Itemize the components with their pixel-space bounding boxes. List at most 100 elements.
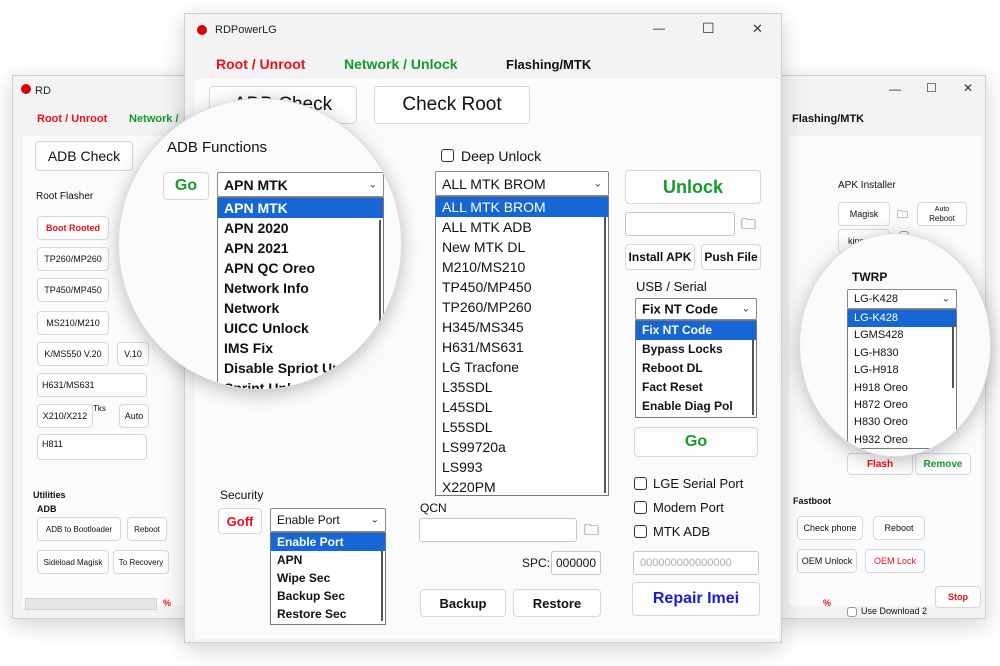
twrp-model-item[interactable]: LG-H918 — [848, 362, 956, 379]
adb-function-item[interactable]: APN 2021 — [218, 238, 383, 258]
kms550-button[interactable]: K/MS550 V.20 — [37, 342, 109, 366]
magisk-button[interactable]: Magisk — [838, 202, 890, 226]
oem-unlock-button[interactable]: OEM Unlock — [797, 549, 857, 573]
modem-port-checkbox[interactable] — [634, 501, 647, 514]
tab-network-unlock[interactable]: Network / Unlock — [344, 56, 458, 72]
repair-imei-button[interactable]: Repair Imei — [632, 582, 760, 616]
unlock-button[interactable]: Unlock — [625, 170, 761, 204]
ms210-button[interactable]: MS210/M210 — [37, 311, 109, 335]
qcn-path-input[interactable] — [419, 518, 577, 542]
twrp-model-item[interactable]: H872 Oreo — [848, 397, 956, 414]
mtk-model-item[interactable]: ALL MTK BROM — [436, 197, 608, 217]
folder-icon[interactable]: 🗀 — [897, 206, 908, 225]
adb-functions-list[interactable]: APN MTK APN 2020 APN 2021 APN QC Oreo Networ… — [217, 197, 384, 389]
adb-function-item[interactable]: Disable Spriot Update — [218, 358, 383, 378]
twrp-model-item[interactable]: H932 Oreo — [848, 432, 956, 448]
maximize-icon[interactable]: ☐ — [702, 20, 715, 37]
adb-function-item[interactable]: IMS Fix — [218, 338, 383, 358]
mtk-list[interactable]: ALL MTK BROM ALL MTK ADB New MTK DL M210/MS… — [435, 196, 609, 496]
h631-button[interactable]: H631/MS631 — [37, 373, 147, 397]
mtk-model-item[interactable]: LS99720a — [436, 437, 608, 457]
security-function-item[interactable]: Backup Sec — [271, 587, 385, 605]
twrp-select[interactable]: LG-K428 ⌄ — [847, 289, 957, 309]
security-scrollbar[interactable] — [381, 551, 383, 621]
twrp-list[interactable]: LG-K428 LGMS428 LG-H830 LG-H918 H918 Oreo H87… — [847, 309, 957, 449]
mtk-scrollbar[interactable] — [604, 217, 606, 493]
use-download-checkbox[interactable] — [847, 607, 857, 617]
to-recovery-button[interactable]: To Recovery — [113, 550, 169, 574]
mtk-model-item[interactable]: ALL MTK ADB — [436, 217, 608, 237]
mtk-model-item[interactable]: L35SDL — [436, 377, 608, 397]
tab-root-unroot[interactable]: Root / Unroot — [37, 113, 107, 125]
folder-icon[interactable]: 🗀 — [584, 520, 599, 545]
adb-function-item[interactable]: UICC Unlock — [218, 318, 383, 338]
mtk-model-item[interactable]: L45SDL — [436, 397, 608, 417]
mtk-model-item[interactable]: TP260/MP260 — [436, 297, 608, 317]
security-select[interactable]: Enable Port ⌄ — [270, 508, 386, 532]
auto-button[interactable]: Auto — [119, 404, 149, 428]
maximize-icon[interactable]: ☐ — [926, 81, 937, 95]
twrp-model-item[interactable]: H830 Oreo — [848, 414, 956, 431]
adb-check-button[interactable]: ADB Check — [35, 141, 133, 171]
mtk-model-item[interactable]: X220PM — [436, 477, 608, 495]
adb-function-item[interactable]: APN MTK — [218, 198, 383, 218]
twrp-scrollbar[interactable] — [952, 324, 954, 388]
tab-flashing-mtk[interactable]: Flashing/MTK — [792, 113, 864, 125]
restore-button[interactable]: Restore — [513, 589, 601, 617]
imei-input[interactable]: 000000000000000 — [633, 551, 759, 575]
adb-scrollbar[interactable] — [379, 220, 381, 389]
minimize-icon[interactable]: — — [653, 21, 665, 35]
reboot-fastboot-button[interactable]: Reboot — [873, 516, 925, 540]
go-usb-button[interactable]: Go — [634, 427, 758, 457]
adb-function-item[interactable]: APN 2020 — [218, 218, 383, 238]
usb-list[interactable]: Fix NT Code Bypass Locks Reboot DL Fact Res… — [635, 320, 757, 418]
check-root-button[interactable]: Check Root — [374, 86, 530, 124]
goff-button[interactable]: Goff — [218, 508, 262, 534]
h811-button[interactable]: H811 — [37, 434, 147, 460]
mtk-model-item[interactable]: M210/MS210 — [436, 257, 608, 277]
deep-unlock-checkbox[interactable] — [441, 149, 454, 162]
backup-button[interactable]: Backup — [420, 589, 506, 617]
adb-to-bootloader-button[interactable]: ADB to Bootloader — [37, 517, 121, 541]
lge-serial-port-checkbox[interactable] — [634, 477, 647, 490]
minimize-icon[interactable]: — — [889, 82, 901, 96]
twrp-model-item[interactable]: LG-K428 — [848, 310, 956, 328]
usb-function-item[interactable]: Fix NT Code — [636, 321, 756, 340]
mtk-select[interactable]: ALL MTK BROM ⌄ — [435, 171, 609, 196]
oem-lock-button[interactable]: OEM Lock — [865, 549, 925, 573]
twrp-model-item[interactable]: H918 Oreo — [848, 380, 956, 397]
folder-icon[interactable]: 🗀 — [741, 214, 756, 239]
push-file-button[interactable]: Push File — [701, 244, 761, 270]
sideload-magisk-button[interactable]: Sideload Magisk — [37, 550, 109, 574]
mtk-model-item[interactable]: TP450/MP450 — [436, 277, 608, 297]
mtk-model-item[interactable]: L55SDL — [436, 417, 608, 437]
adb-function-item[interactable]: APN QC Oreo — [218, 258, 383, 278]
x210-button[interactable]: X210/X212 — [37, 404, 93, 428]
tab-network-unlock[interactable]: Network / — [129, 113, 179, 125]
check-phone-button[interactable]: Check phone — [797, 516, 863, 540]
install-apk-button[interactable]: Install APK — [625, 244, 695, 270]
close-icon[interactable]: ✕ — [963, 81, 973, 95]
tp450-button[interactable]: TP450/MP450 — [37, 278, 109, 302]
adb-function-item[interactable]: Network Info — [218, 278, 383, 298]
adb-function-item[interactable]: Sprint Unlock — [218, 378, 383, 389]
mtk-adb-checkbox[interactable] — [634, 525, 647, 538]
twrp-model-item[interactable]: LGMS428 — [848, 327, 956, 344]
reboot-button[interactable]: Reboot — [127, 517, 167, 541]
usb-function-item[interactable]: Reboot DL — [636, 359, 756, 378]
tab-flashing-mtk[interactable]: Flashing/MTK — [506, 57, 591, 72]
spc-input[interactable]: 000000 — [551, 551, 601, 575]
security-function-item[interactable]: Enable Port — [271, 533, 385, 551]
mtk-model-item[interactable]: New MTK DL — [436, 237, 608, 257]
adb-functions-select[interactable]: APN MTK ⌄ — [217, 172, 384, 197]
usb-select[interactable]: Fix NT Code ⌄ — [635, 298, 757, 320]
boot-rooted-button[interactable]: Boot Rooted — [37, 216, 109, 240]
security-function-item[interactable]: Wipe Sec — [271, 569, 385, 587]
mtk-model-item[interactable]: LG Tracfone — [436, 357, 608, 377]
mtk-model-item[interactable]: H631/MS631 — [436, 337, 608, 357]
usb-function-item[interactable]: Enable Diag Pol — [636, 397, 756, 416]
remove-button[interactable]: Remove — [915, 453, 971, 475]
mtk-model-item[interactable]: LS993 — [436, 457, 608, 477]
stop-button[interactable]: Stop — [935, 586, 981, 608]
mtk-model-item[interactable]: H345/MS345 — [436, 317, 608, 337]
